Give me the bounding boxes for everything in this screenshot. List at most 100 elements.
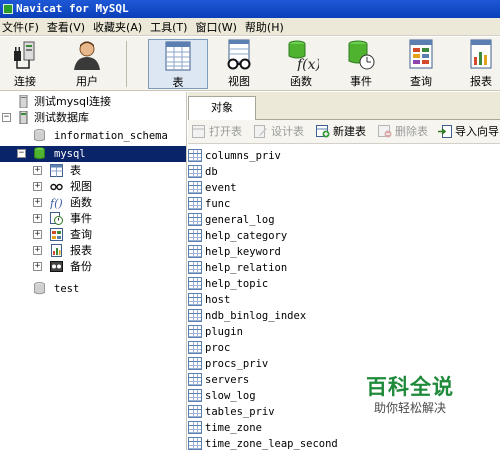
window-title: Navicat for MySQL	[16, 2, 129, 15]
table-item-slow-log[interactable]: slow_log	[188, 388, 348, 404]
tree-db-mysql[interactable]: − mysql	[0, 146, 186, 162]
table-icon	[160, 40, 196, 72]
tree-db-test[interactable]: test	[0, 281, 186, 297]
new-table-button[interactable]: 新建表	[316, 124, 372, 140]
connection-active-icon	[19, 111, 28, 124]
table-item-plugin[interactable]: plugin	[188, 324, 348, 340]
table-icon	[50, 164, 63, 177]
tree-node-views[interactable]: + 视图	[0, 179, 186, 195]
open-table-button[interactable]: 打开表	[192, 124, 252, 140]
expand-icon[interactable]: +	[33, 198, 42, 207]
function-button[interactable]: f(x) 函数	[280, 39, 322, 89]
tab-objects[interactable]: 对象	[188, 96, 256, 120]
table-grid-icon	[188, 197, 202, 210]
view-button[interactable]: 视图	[218, 39, 260, 89]
tree-node-backups[interactable]: + 备份	[0, 259, 186, 275]
tree-node-events[interactable]: + 事件	[0, 211, 186, 227]
design-table-icon	[254, 125, 267, 138]
view-icon	[221, 39, 257, 71]
table-item-procs-priv[interactable]: procs_priv	[188, 356, 348, 372]
glasses-icon	[50, 183, 63, 191]
tree-node-tables[interactable]: + 表	[0, 163, 186, 179]
table-item-help-keyword[interactable]: help_keyword	[188, 244, 348, 260]
table-item-ndb-binlog-index[interactable]: ndb_binlog_index	[188, 308, 348, 324]
table-grid-icon	[188, 437, 202, 450]
menu-bar: 文件(F) 查看(V) 收藏夹(A) 工具(T) 窗口(W) 帮助(H)	[0, 18, 500, 36]
tree-node-queries[interactable]: + 查询	[0, 227, 186, 243]
svg-text:f(x): f(x)	[296, 57, 319, 71]
plug-icon	[7, 39, 43, 71]
table-grid-icon	[188, 357, 202, 370]
backup-icon	[50, 261, 63, 272]
design-table-button[interactable]: 设计表	[254, 124, 314, 140]
toolbar-separator	[126, 41, 127, 87]
clock-icon	[343, 39, 379, 71]
table-button[interactable]: 表	[148, 39, 208, 89]
menu-file[interactable]: 文件(F)	[0, 19, 45, 35]
query-button[interactable]: 查询	[400, 39, 442, 89]
database-icon	[34, 147, 45, 160]
tree-connection-test[interactable]: − 测试数据库	[0, 110, 186, 126]
event-button[interactable]: 事件	[340, 39, 382, 89]
tree-node-functions[interactable]: + f() 函数	[0, 195, 186, 211]
expand-icon[interactable]: +	[33, 214, 42, 223]
table-item-func[interactable]: func	[188, 196, 348, 212]
function-icon: f()	[50, 197, 63, 209]
table-item-help-relation[interactable]: help_relation	[188, 260, 348, 276]
import-wizard-button[interactable]: 导入向导	[438, 124, 500, 140]
query-icon	[50, 228, 63, 241]
table-item-servers[interactable]: servers	[188, 372, 348, 388]
table-grid-icon	[188, 405, 202, 418]
table-item-db[interactable]: db	[188, 164, 348, 180]
function-icon: f(x)	[283, 39, 321, 73]
table-grid-icon	[188, 245, 202, 258]
table-grid-icon	[188, 181, 202, 194]
expand-icon[interactable]: +	[33, 166, 42, 175]
connection-tree: 测试mysql连接 − 测试数据库 information_schema − m…	[0, 92, 187, 450]
expand-icon[interactable]: +	[33, 182, 42, 191]
connect-button[interactable]: 连接	[4, 39, 46, 89]
expand-icon[interactable]: +	[33, 230, 42, 239]
table-grid-icon	[188, 165, 202, 178]
tree-db-information-schema[interactable]: information_schema	[0, 128, 186, 144]
collapse-icon[interactable]: −	[2, 113, 11, 122]
table-grid-icon	[188, 389, 202, 402]
expand-icon[interactable]: +	[33, 262, 42, 271]
menu-window[interactable]: 窗口(W)	[193, 19, 242, 35]
menu-tools[interactable]: 工具(T)	[148, 19, 193, 35]
database-icon	[34, 282, 45, 295]
watermark-title: 百科全说	[366, 375, 454, 399]
table-grid-icon	[188, 341, 202, 354]
report-icon	[51, 244, 62, 257]
tree-node-reports[interactable]: + 报表	[0, 243, 186, 259]
expand-icon[interactable]: +	[33, 246, 42, 255]
table-item-columns-priv[interactable]: columns_priv	[188, 148, 348, 164]
menu-view[interactable]: 查看(V)	[45, 19, 91, 35]
connection-icon	[19, 95, 28, 108]
report-button[interactable]: 报表	[462, 39, 500, 89]
table-grid-icon	[188, 277, 202, 290]
table-item-help-category[interactable]: help_category	[188, 228, 348, 244]
user-button[interactable]: 用户	[66, 39, 108, 89]
tree-connection-mysql[interactable]: 测试mysql连接	[0, 94, 186, 110]
menu-help[interactable]: 帮助(H)	[243, 19, 290, 35]
query-icon	[403, 39, 439, 71]
table-item-time-zone[interactable]: time_zone	[188, 420, 348, 436]
table-item-general-log[interactable]: general_log	[188, 212, 348, 228]
table-grid-icon	[188, 325, 202, 338]
table-item-time-zone-leap-second[interactable]: time_zone_leap_second	[188, 436, 348, 450]
watermark: 百科全说 助你轻松解决	[360, 374, 460, 416]
collapse-icon[interactable]: −	[17, 149, 26, 158]
table-item-tables-priv[interactable]: tables_priv	[188, 404, 348, 420]
svg-text:f(): f()	[50, 197, 63, 209]
title-bar: Navicat for MySQL	[0, 0, 500, 18]
table-grid-icon	[188, 421, 202, 434]
menu-favorites[interactable]: 收藏夹(A)	[91, 19, 148, 35]
table-item-help-topic[interactable]: help_topic	[188, 276, 348, 292]
table-item-proc[interactable]: proc	[188, 340, 348, 356]
table-grid-icon	[188, 293, 202, 306]
table-grid-icon	[188, 309, 202, 322]
table-item-host[interactable]: host	[188, 292, 348, 308]
delete-table-button[interactable]: 删除表	[378, 124, 434, 140]
table-item-event[interactable]: event	[188, 180, 348, 196]
